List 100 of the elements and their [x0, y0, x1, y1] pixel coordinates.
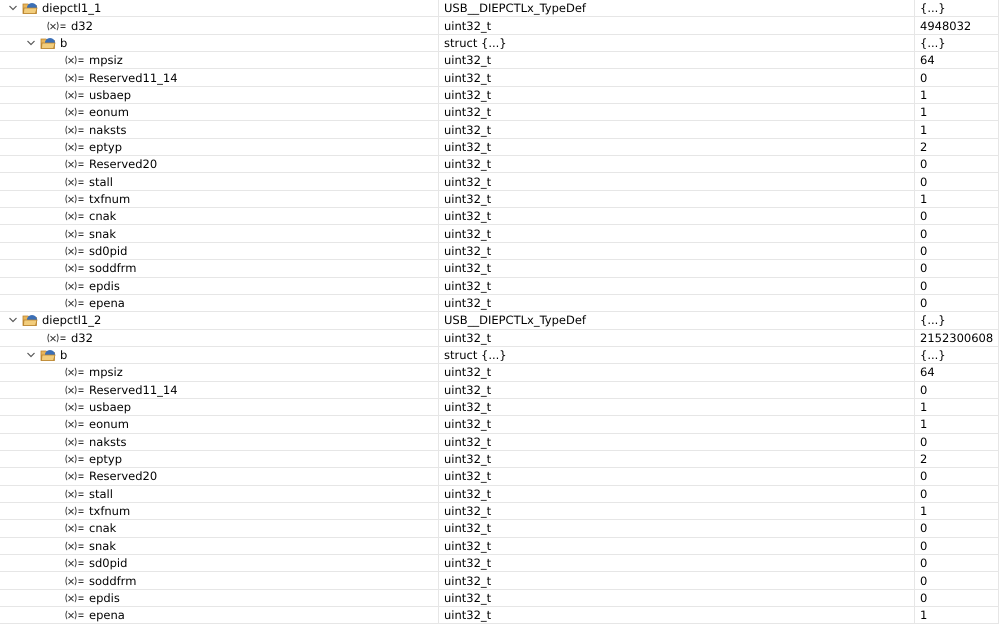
- variable-type: USB__DIEPCTLx_TypeDef: [444, 313, 586, 328]
- variable-name: epena: [89, 608, 125, 622]
- variable-icon: [64, 124, 85, 135]
- variable-icon: [64, 228, 85, 239]
- variable-value: 0: [920, 538, 928, 553]
- variable-name: usbaep: [89, 400, 132, 414]
- variable-type: uint32_t: [444, 504, 492, 518]
- variable-value: 0: [920, 486, 928, 501]
- folder-icon: [40, 348, 56, 362]
- variable-icon: [64, 488, 85, 499]
- variable-type: uint32_t: [444, 556, 492, 570]
- variable-type: USB__DIEPCTLx_TypeDef: [444, 1, 586, 16]
- variable-name: cnak: [89, 521, 116, 536]
- variable-icon: [64, 367, 85, 378]
- variable-type: struct {...}: [444, 36, 507, 50]
- variable-icon: [64, 454, 85, 464]
- variable-name: epdis: [89, 590, 120, 605]
- variable-name: eptyp: [89, 452, 122, 466]
- variable-type: uint32_t: [444, 70, 492, 85]
- variable-name: epena: [89, 296, 125, 310]
- variable-icon: [64, 263, 85, 274]
- variable-name: Reserved20: [89, 469, 158, 484]
- variable-value: 0: [920, 244, 928, 258]
- variable-value: 0: [920, 278, 928, 293]
- variable-value: 0: [920, 521, 928, 536]
- variable-icon: [64, 159, 85, 170]
- variable-type: uint32_t: [444, 261, 492, 276]
- variable-icon: [64, 402, 85, 412]
- variable-type: uint32_t: [444, 382, 492, 397]
- variable-value: 1: [920, 608, 928, 622]
- variable-value: 0: [920, 556, 928, 570]
- variable-name: Reserved11_14: [89, 70, 178, 85]
- variable-type: uint32_t: [444, 574, 492, 588]
- variable-icon: [64, 523, 85, 534]
- variable-type: uint32_t: [444, 469, 492, 484]
- variable-icon: [64, 540, 85, 551]
- collapse-chevron-icon[interactable]: [26, 38, 36, 48]
- variable-name: eonum: [89, 417, 129, 432]
- variable-name: d32: [71, 18, 93, 33]
- variable-type: uint32_t: [444, 486, 492, 501]
- folder-icon: [22, 1, 38, 16]
- variable-value: 0: [920, 226, 928, 241]
- variable-icon: [64, 610, 85, 620]
- variable-value: {...}: [920, 36, 946, 50]
- variable-value: 2: [920, 140, 928, 154]
- variable-value: 64: [920, 365, 935, 380]
- variable-icon: [64, 142, 85, 152]
- variable-icon: [64, 558, 85, 568]
- variable-name: naksts: [89, 434, 126, 449]
- variable-value: 1: [920, 417, 928, 432]
- variable-type: uint32_t: [444, 521, 492, 536]
- variable-icon: [64, 298, 85, 308]
- variable-name: diepctl1_2: [42, 313, 102, 328]
- variable-type: uint32_t: [444, 209, 492, 224]
- variable-type: uint32_t: [444, 18, 492, 33]
- variable-value: 1: [920, 400, 928, 414]
- variable-icon: [64, 72, 85, 83]
- variable-type: uint32_t: [444, 330, 492, 345]
- variable-value: 2152300608: [920, 330, 994, 345]
- variable-value: 1: [920, 122, 928, 137]
- variable-name: b: [60, 348, 68, 362]
- folder-icon: [40, 36, 56, 50]
- variable-value: 1: [920, 192, 928, 206]
- variable-value: 0: [920, 70, 928, 85]
- variable-type: uint32_t: [444, 538, 492, 553]
- variable-value: 0: [920, 434, 928, 449]
- variable-icon: [46, 332, 67, 343]
- variable-name: sd0pid: [89, 244, 128, 258]
- variable-name: mpsiz: [89, 53, 123, 68]
- variable-icon: [46, 20, 67, 31]
- variable-name: stall: [89, 174, 113, 189]
- variable-type: uint32_t: [444, 452, 492, 466]
- variable-name: txfnum: [89, 504, 130, 518]
- variable-value: 0: [920, 209, 928, 224]
- variable-icon: [64, 246, 85, 256]
- variable-type: uint32_t: [444, 278, 492, 293]
- variable-type: uint32_t: [444, 365, 492, 380]
- variable-type: uint32_t: [444, 140, 492, 154]
- variable-type: uint32_t: [444, 157, 492, 172]
- variable-name: Reserved20: [89, 157, 158, 172]
- variable-value: 1: [920, 105, 928, 120]
- variable-value: 0: [920, 590, 928, 605]
- variable-value: 1: [920, 88, 928, 102]
- variable-name: stall: [89, 486, 113, 501]
- folder-icon: [22, 313, 38, 328]
- variable-value: 0: [920, 261, 928, 276]
- variable-icon: [64, 384, 85, 395]
- variable-type: uint32_t: [444, 226, 492, 241]
- variable-value: 64: [920, 53, 935, 68]
- variable-value: 0: [920, 157, 928, 172]
- variable-name: sd0pid: [89, 556, 128, 570]
- variable-name: snak: [89, 538, 116, 553]
- variable-icon: [64, 506, 85, 516]
- variable-value: {...}: [920, 1, 946, 16]
- variable-icon: [64, 280, 85, 291]
- variable-value: {...}: [920, 313, 946, 328]
- variable-icon: [64, 576, 85, 586]
- variable-name: usbaep: [89, 88, 132, 102]
- variable-name: Reserved11_14: [89, 382, 178, 397]
- variable-name: eptyp: [89, 140, 122, 154]
